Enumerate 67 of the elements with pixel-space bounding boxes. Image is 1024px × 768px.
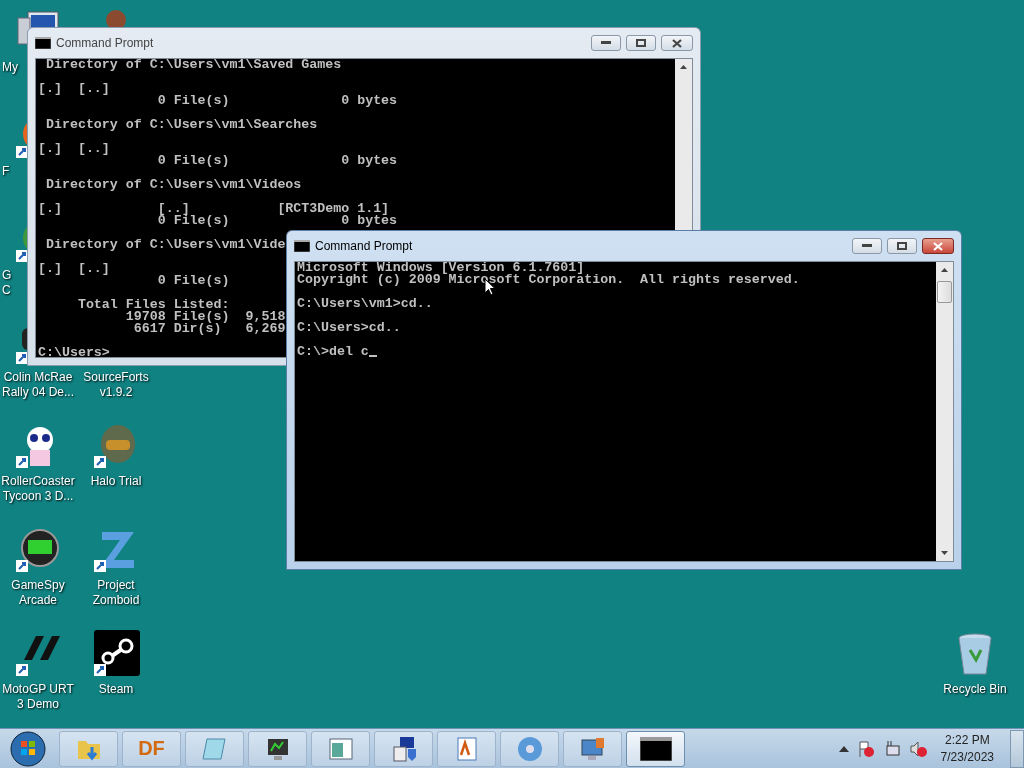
icon-label[interactable]: G C (2, 268, 12, 298)
minimize-icon (862, 244, 872, 248)
disc-icon (515, 734, 544, 763)
icon-label[interactable]: SourceForts v1.9.2 (83, 370, 149, 400)
console-line: Directory of C:\Users\vm1\Videos (44, 179, 302, 191)
close-icon (933, 241, 943, 251)
minimize-button[interactable] (852, 238, 882, 254)
icon-label[interactable]: My (2, 60, 18, 75)
icon-label[interactable]: RollerCoaster Tycoon 3 D... (1, 474, 75, 504)
icon-label[interactable]: Halo Trial (90, 474, 142, 489)
gamespy-icon (14, 526, 62, 574)
windows-orb-icon (9, 730, 46, 767)
console-line: [.] [..] [RCT3Demo 1.1] (38, 203, 390, 215)
console-line: 19708 File(s) 9,518 (124, 311, 286, 323)
console-line: 0 File(s) (156, 275, 230, 287)
console-icon (35, 37, 51, 49)
icon-label[interactable]: Project Zomboid (92, 578, 140, 608)
console-line: Directory of C:\Users\vm1\Searches (44, 119, 318, 131)
icon-label[interactable]: Recycle Bin (943, 682, 1007, 697)
flag-error-icon[interactable] (856, 739, 875, 758)
maximize-icon (636, 39, 646, 47)
minimize-button[interactable] (591, 35, 621, 51)
console-line: [.] [..] (38, 263, 110, 275)
console-line: C:\Users>cd.. (297, 322, 401, 334)
scroll-thumb[interactable] (937, 281, 952, 303)
console-line: Total Files Listed: (76, 299, 230, 311)
taskbar-button[interactable] (248, 730, 307, 767)
console-line: [.] [..] (38, 143, 110, 155)
console-line: 0 File(s) 0 bytes (156, 215, 398, 227)
command-prompt-icon (639, 736, 672, 761)
window-title: Command Prompt (56, 36, 155, 50)
maximize-icon (897, 242, 907, 250)
console-line: 0 File(s) 0 bytes (156, 155, 398, 167)
console-line: Copyright (c) 2009 Microsoft Corporation. All rights reserved. (297, 274, 800, 286)
icon-label[interactable]: MotoGP URT 3 Demo (2, 682, 74, 712)
console-line: Directory of C:\Users\vm1\Saved Games (44, 59, 342, 71)
speaker-muted-icon[interactable] (908, 739, 927, 758)
show-hidden-icons-icon[interactable] (838, 744, 849, 753)
taskbar-button[interactable]: DF (122, 730, 181, 767)
console-line: Directory of C:\Users\vm1\Vide (44, 239, 286, 251)
icon-label[interactable]: Steam (98, 682, 134, 697)
icon-label[interactable]: GameSpy Arcade (11, 578, 65, 608)
close-icon (672, 38, 682, 48)
clock-date: 7/23/2023 (940, 748, 994, 766)
icon-label[interactable]: F (2, 164, 10, 179)
console-line: C:\Users> (38, 347, 110, 357)
icon-label[interactable]: Colin McRae Rally 04 De... (2, 370, 74, 400)
console-line: [.] [..] (38, 83, 110, 95)
console-line: C:\Users\vm1>cd.. (297, 298, 433, 310)
close-button[interactable] (661, 35, 693, 51)
window-title: Command Prompt (315, 239, 414, 253)
taskbar-button[interactable] (374, 730, 433, 767)
clock[interactable]: 2:22 PM 7/23/2023 (940, 731, 994, 766)
clock-time: 2:22 PM (944, 731, 990, 749)
maximize-button[interactable] (887, 238, 917, 254)
scrollbar[interactable] (675, 59, 692, 231)
console-line: C:\>del c (297, 346, 377, 358)
console-line: 0 File(s) 0 bytes (156, 95, 398, 107)
minimize-icon (601, 41, 611, 45)
scrollbar[interactable] (936, 262, 953, 561)
console-icon (294, 240, 310, 252)
console-line: Microsoft Windows [Version 6.1.7601] (297, 262, 585, 274)
taskbar-button[interactable] (626, 730, 685, 767)
close-button[interactable] (922, 238, 954, 254)
steam-icon (92, 630, 140, 678)
maximize-button[interactable] (626, 35, 656, 51)
console-line: 6617 Dir(s) 6,269 (132, 323, 286, 335)
